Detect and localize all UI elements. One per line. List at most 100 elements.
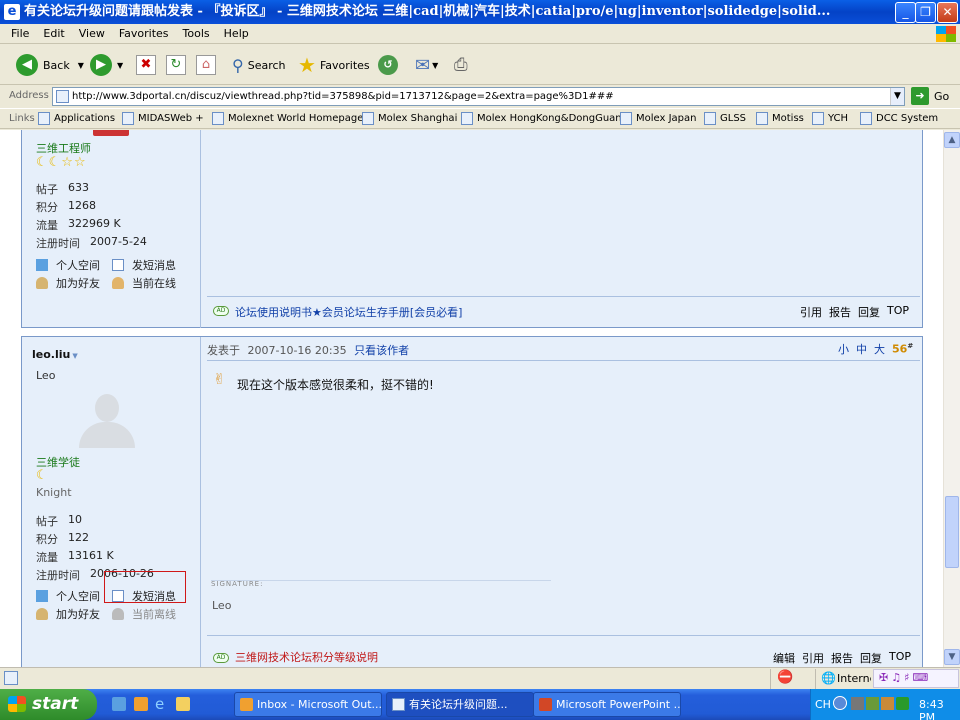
ad-link[interactable]: 三维网技术论坛积分等级说明 xyxy=(235,649,378,665)
go-label: Go xyxy=(934,89,950,103)
page-icon xyxy=(122,112,134,125)
ad-link[interactable]: 论坛使用说明书★会员论坛生存手册[会员必看] xyxy=(235,304,462,320)
url-input[interactable]: http://www.3dportal.cn/discuz/viewthread… xyxy=(52,87,905,106)
top-button[interactable]: TOP xyxy=(887,304,909,320)
close-button[interactable]: ✕ xyxy=(937,2,958,23)
stop-button[interactable]: ✖ xyxy=(136,51,156,79)
toolbar: ◀ Back ▼ ▶ ▼ ✖ ↻ ⌂ ⚲ Search ★ Favorites … xyxy=(0,45,960,85)
add-friend-link[interactable]: 加为好友 xyxy=(36,606,100,622)
scrollbar-thumb[interactable] xyxy=(945,496,959,568)
tray-back-icon[interactable] xyxy=(833,696,847,710)
vertical-scrollbar[interactable]: ▲ ▼ xyxy=(943,130,960,667)
quote-button[interactable]: 引用 xyxy=(800,304,822,320)
add-friend-link[interactable]: 加为好友 xyxy=(36,275,100,291)
edit-button[interactable]: 编辑 xyxy=(773,650,795,666)
report-button[interactable]: 报告 xyxy=(831,650,853,666)
reply-button[interactable]: 回复 xyxy=(858,304,880,320)
task-label: 有关论坛升级问题... xyxy=(409,698,508,711)
quicklaunch-ie-icon[interactable]: e xyxy=(155,695,164,713)
task-ie-forum[interactable]: 有关论坛升级问题... xyxy=(386,692,534,717)
url-text: http://www.3dportal.cn/discuz/viewthread… xyxy=(72,91,614,102)
quicklaunch-desktop-icon[interactable] xyxy=(112,697,126,711)
page-viewport[interactable]: 三维工程师 ☾☾☆☆ 帖子 633 积分 1268 流量 322969 K 注册时间 2… xyxy=(0,130,943,667)
personal-space-link[interactable]: 个人空间 xyxy=(36,588,100,604)
font-large-button[interactable]: 大 xyxy=(874,341,885,357)
action-label: 个人空间 xyxy=(56,590,100,603)
search-button[interactable]: ⚲ Search xyxy=(232,51,286,79)
dropdown-arrow-icon[interactable]: ▼ xyxy=(432,61,438,70)
stat-label: 注册时间 xyxy=(36,569,80,582)
menu-file[interactable]: File xyxy=(4,24,36,40)
tray-security-icon[interactable] xyxy=(896,697,909,710)
home-icon xyxy=(36,590,48,602)
quicklaunch-folder-icon[interactable] xyxy=(176,697,190,711)
link-molex-hk[interactable]: Molex HongKong&DongGuan xyxy=(461,112,622,125)
history-button[interactable]: ↺ xyxy=(378,51,403,79)
dropdown-arrow-icon[interactable]: ▼ xyxy=(117,61,123,70)
link-applications[interactable]: Applications xyxy=(38,112,115,125)
link-molex-japan[interactable]: Molex Japan xyxy=(620,112,697,125)
font-medium-button[interactable]: 中 xyxy=(856,341,867,357)
user-offline-icon xyxy=(112,608,124,620)
link-molex-shanghai[interactable]: Molex Shanghai xyxy=(362,112,457,125)
back-label: Back xyxy=(43,58,70,72)
personal-space-link[interactable]: 个人空间 xyxy=(36,257,100,273)
report-button[interactable]: 报告 xyxy=(829,304,851,320)
stat-label: 积分 xyxy=(36,201,58,214)
post-actions: 编辑 引用 报告 回复 TOP xyxy=(773,650,911,666)
divider xyxy=(200,337,201,667)
task-outlook[interactable]: Inbox - Microsoft Out... xyxy=(234,692,382,717)
user-online-icon xyxy=(112,277,124,289)
home-button[interactable]: ⌂ xyxy=(196,51,216,79)
page-icon xyxy=(56,90,69,103)
mail-icon: ✉ xyxy=(415,54,431,76)
tray-app-icon[interactable] xyxy=(881,697,894,710)
mail-button[interactable]: ✉ ▼ xyxy=(415,51,438,79)
forward-button[interactable]: ▶ ▼ xyxy=(90,51,123,79)
send-message-link[interactable]: 发短消息 xyxy=(112,257,176,273)
stat-label: 帖子 xyxy=(36,515,58,528)
dropdown-arrow-icon[interactable]: ▼ xyxy=(78,61,84,70)
link-ych[interactable]: YCH xyxy=(812,112,848,125)
link-dcc-system[interactable]: DCC System xyxy=(860,112,938,125)
print-button[interactable]: ⎙ xyxy=(454,51,468,79)
menu-edit[interactable]: Edit xyxy=(36,24,71,40)
start-button[interactable]: start xyxy=(0,689,97,720)
clock[interactable]: 8:43 PM xyxy=(919,698,960,720)
link-molexnet[interactable]: Molexnet World Homepage xyxy=(212,112,363,125)
link-midasweb[interactable]: MIDASWeb + xyxy=(122,112,204,125)
divider xyxy=(815,669,816,689)
task-powerpoint[interactable]: Microsoft PowerPoint ... xyxy=(533,692,681,717)
only-author-link[interactable]: 只看该作者 xyxy=(354,344,409,357)
tray-app-icon[interactable] xyxy=(866,697,879,710)
language-indicator[interactable]: CH xyxy=(815,698,831,711)
tray-app-icon[interactable] xyxy=(851,697,864,710)
rank-moon-icon: ☾ xyxy=(36,468,48,483)
menu-tools[interactable]: Tools xyxy=(176,24,217,40)
back-button[interactable]: ◀ Back ▼ xyxy=(16,51,84,79)
reply-button[interactable]: 回复 xyxy=(860,650,882,666)
url-dropdown-icon[interactable]: ▼ xyxy=(890,88,904,105)
search-icon: ⚲ xyxy=(232,55,244,75)
top-button[interactable]: TOP xyxy=(889,650,911,666)
window-title-bar[interactable]: e 有关论坛升级问题请跟帖发表 - 『投诉区』 - 三维网技术论坛 三维|cad… xyxy=(0,0,960,24)
stat-value: 13161 K xyxy=(68,549,114,562)
menu-view[interactable]: View xyxy=(72,24,112,40)
menu-favorites[interactable]: Favorites xyxy=(112,24,176,40)
minimize-button[interactable]: _ xyxy=(895,2,916,23)
favorites-button[interactable]: ★ Favorites xyxy=(298,51,370,79)
font-small-button[interactable]: 小 xyxy=(838,341,849,357)
scroll-up-icon[interactable]: ▲ xyxy=(944,132,960,148)
ad-badge: AD xyxy=(213,306,229,316)
refresh-button[interactable]: ↻ xyxy=(166,51,186,79)
menu-help[interactable]: Help xyxy=(217,24,256,40)
link-glss[interactable]: GLSS xyxy=(704,112,746,125)
quote-button[interactable]: 引用 xyxy=(802,650,824,666)
quicklaunch-outlook-icon[interactable] xyxy=(134,697,148,711)
scroll-down-icon[interactable]: ▼ xyxy=(944,649,960,665)
maximize-button[interactable]: ❐ xyxy=(915,2,936,23)
username-link[interactable]: leo.liu ▼ xyxy=(32,348,78,361)
ime-icons: ✠♫♯⌨ xyxy=(879,671,932,684)
link-motiss[interactable]: Motiss xyxy=(756,112,804,125)
go-button[interactable]: ➜ Go xyxy=(911,87,949,105)
